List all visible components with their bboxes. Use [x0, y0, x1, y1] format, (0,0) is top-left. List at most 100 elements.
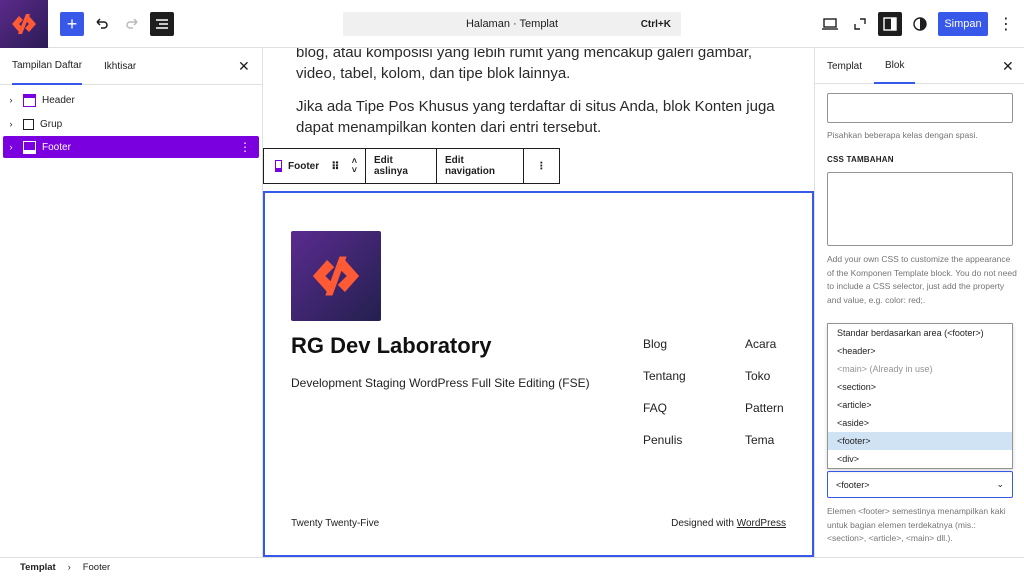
view-button[interactable] [848, 12, 872, 36]
additional-css-help: Add your own CSS to customize the appear… [827, 254, 1017, 305]
site-title[interactable]: RG Dev Laboratory [291, 333, 492, 359]
nav-link[interactable]: FAQ [643, 401, 667, 415]
undo-icon [96, 18, 108, 29]
theme-credit[interactable]: Twenty Twenty-Five [291, 518, 379, 529]
shortcut-hint: Ctrl+K [640, 18, 671, 30]
footer-site-logo[interactable] [291, 231, 381, 321]
contrast-icon [913, 17, 927, 31]
move-arrows-icon[interactable]: ˄ ˅ [352, 157, 357, 175]
list-view-icon [156, 19, 168, 29]
site-logo-button[interactable] [0, 0, 48, 48]
list-item-footer[interactable]: › Footer ⋮ [3, 136, 259, 158]
list-item-label: Header [42, 94, 75, 106]
css-classes-help: Pisahkan beberapa kelas dengan spasi. [827, 130, 978, 140]
html-element-dropdown[interactable]: Standar berdasarkan area (<footer>) <hea… [827, 323, 1013, 469]
nav-link[interactable]: Toko [745, 369, 770, 383]
additional-css-label: CSS TAMBAHAN [827, 155, 894, 164]
content-paragraph[interactable]: Jika ada Tipe Pos Khusus yang terdaftar … [296, 96, 776, 138]
dropdown-option-disabled: <main> (Already in use) [837, 364, 933, 374]
close-icon: ✕ [238, 58, 250, 74]
tab-block[interactable]: Blok [874, 48, 916, 84]
group-icon [23, 118, 34, 130]
chevron-down-icon: ⌄ [996, 479, 1004, 489]
chevron-right-icon[interactable]: › [3, 119, 19, 129]
template-part-icon [275, 160, 283, 172]
nav-link[interactable]: Pattern [745, 401, 784, 415]
nav-link[interactable]: Penulis [643, 433, 682, 447]
block-switcher[interactable]: Footer ⠿ ˄ ˅ [264, 149, 366, 183]
close-sidebar-button[interactable]: ✕ [1002, 58, 1014, 75]
nav-link[interactable]: Blog [643, 337, 667, 351]
device-preview-button[interactable] [818, 12, 842, 36]
editor-canvas: blog, atau komposisi yang lebih rumit ya… [263, 48, 814, 557]
brand-logo-icon [312, 256, 360, 296]
block-options-button[interactable]: ⋮ [524, 149, 559, 183]
more-vertical-icon: ⋮ [998, 16, 1014, 33]
styles-button[interactable] [908, 12, 932, 36]
settings-tabs: Templat Blok ✕ [815, 48, 1024, 84]
undo-button[interactable] [90, 12, 114, 36]
footer-template-part[interactable]: RG Dev Laboratory Development Staging Wo… [263, 191, 814, 557]
document-title: Halaman · Templat [465, 18, 559, 30]
html-element-select[interactable]: <footer> ⌄ [827, 471, 1013, 498]
edit-navigation-button[interactable]: Edit navigation [437, 149, 524, 183]
content-paragraph[interactable]: blog, atau komposisi yang lebih rumit ya… [296, 48, 776, 84]
desktop-icon [822, 18, 838, 30]
additional-css-textarea[interactable] [827, 172, 1013, 246]
list-item-label: Footer [42, 141, 71, 153]
breadcrumb-root[interactable]: Templat [20, 562, 56, 573]
dropdown-option[interactable]: <div> [828, 450, 1012, 468]
dropdown-option[interactable]: <article> [828, 396, 1012, 414]
list-item-label: Grup [40, 118, 63, 130]
breadcrumb: Templat › Footer [0, 557, 1024, 576]
nav-link[interactable]: Tentang [643, 369, 686, 383]
template-part-icon [23, 140, 36, 154]
html-element-help: Elemen <footer> semestinya menampilkan k… [827, 506, 1006, 543]
top-toolbar: + Halaman · Templat Ctrl+K Simpan ⋮ [0, 0, 1024, 48]
document-overview-button[interactable] [150, 12, 174, 36]
redo-button[interactable] [120, 12, 144, 36]
tab-list-view[interactable]: Tampilan Daftar [12, 48, 83, 85]
designed-prefix: Designed with [671, 518, 734, 529]
site-tagline[interactable]: Development Staging WordPress Full Site … [291, 376, 590, 390]
sidebar-icon [883, 17, 897, 31]
block-toolbar: Footer ⠿ ˄ ˅ Edit aslinya Edit navigation… [263, 148, 560, 184]
list-item-header[interactable]: › Header [3, 89, 259, 111]
tab-template[interactable]: Templat [827, 48, 862, 84]
dropdown-option[interactable]: <section> [828, 378, 1012, 396]
close-icon: ✕ [1002, 58, 1014, 74]
wordpress-link[interactable]: WordPress [737, 518, 786, 529]
chevron-right-icon: › [67, 562, 71, 572]
dropdown-option[interactable]: <header> [828, 342, 1012, 360]
more-vertical-icon: ⋮ [536, 160, 547, 172]
chevron-right-icon[interactable]: › [3, 95, 19, 105]
redo-icon [126, 18, 138, 29]
edit-original-button[interactable]: Edit aslinya [366, 149, 437, 183]
settings-sidebar: Templat Blok ✕ Pisahkan beberapa kelas d… [814, 48, 1024, 557]
dropdown-option-selected[interactable]: <footer> [828, 432, 1012, 450]
chevron-right-icon[interactable]: › [3, 142, 19, 152]
options-menu-button[interactable]: ⋮ [994, 12, 1018, 36]
add-block-button[interactable]: + [60, 12, 84, 36]
template-part-icon [23, 93, 36, 107]
more-vertical-icon[interactable]: ⋮ [239, 140, 251, 154]
dropdown-option[interactable]: Standar berdasarkan area (<footer>) [828, 324, 1012, 342]
plus-icon: + [66, 13, 78, 34]
nav-link[interactable]: Tema [745, 433, 774, 447]
settings-sidebar-toggle[interactable] [878, 12, 902, 36]
dropdown-option[interactable]: <aside> [828, 414, 1012, 432]
designed-with: Designed with WordPress [671, 518, 786, 529]
drag-handle-icon[interactable]: ⠿ [331, 160, 339, 173]
external-icon [854, 18, 866, 30]
save-button[interactable]: Simpan [938, 12, 988, 36]
nav-link[interactable]: Acara [745, 337, 776, 351]
command-palette[interactable]: Halaman · Templat Ctrl+K [343, 12, 681, 36]
select-value: <footer> [836, 479, 870, 490]
css-classes-input[interactable] [827, 93, 1013, 123]
close-panel-button[interactable]: ✕ [238, 58, 250, 75]
left-panel-tabs: Tampilan Daftar Ikhtisar ✕ [0, 48, 262, 85]
breadcrumb-current[interactable]: Footer [83, 562, 110, 573]
tab-outline[interactable]: Ikhtisar [104, 48, 136, 85]
list-item-group[interactable]: › Grup [3, 113, 259, 135]
list-view-panel: Tampilan Daftar Ikhtisar ✕ › Header › Gr… [0, 48, 263, 557]
